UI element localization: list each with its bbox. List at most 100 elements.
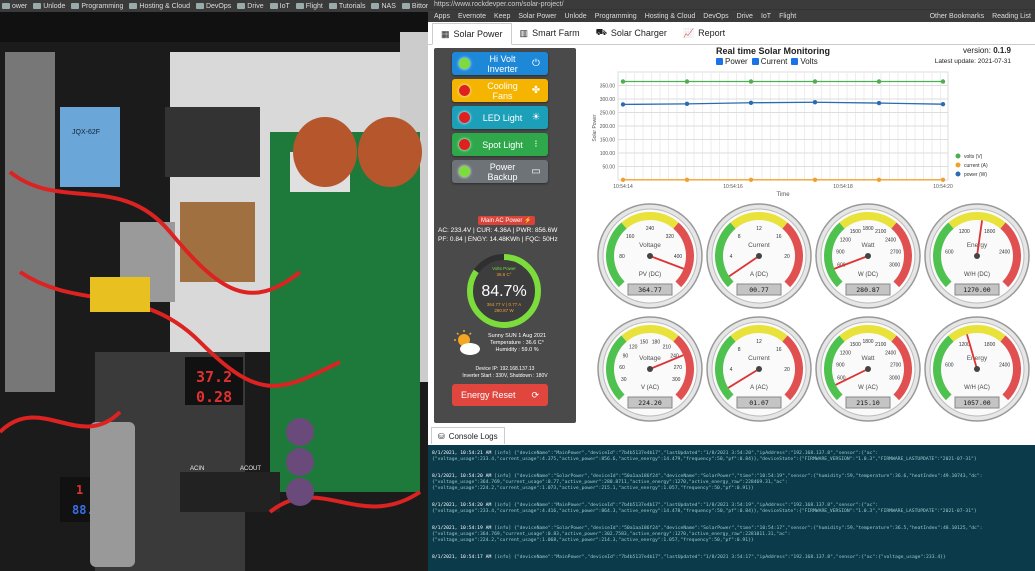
bookmark-label: Apps: [434, 12, 450, 20]
energy-reset-button[interactable]: Energy Reset ⟳: [452, 384, 548, 406]
bookmark-item[interactable]: Unlode: [565, 13, 587, 20]
gauge-label: Current: [748, 355, 770, 362]
ring-temp: 36.6 C°: [496, 272, 511, 277]
series-toggle[interactable]: Volts: [791, 57, 818, 66]
weather-line1: Sunny SUN 1 Aug 2021: [488, 333, 547, 339]
version-info: version: 0.1.9: [963, 46, 1011, 55]
gauge-label: Voltage: [639, 355, 661, 362]
log-entry: 8/1/2021, 10:54:20 AM [info] {"deviceName…: [432, 474, 1031, 492]
gauge-label: Voltage: [639, 242, 661, 249]
bookmark-item[interactable]: Drive: [737, 13, 753, 20]
log-timestamp: 8/1/2021, 10:54:20 AM: [432, 503, 492, 508]
gauge-tick-label: 2700: [890, 363, 901, 369]
url-text[interactable]: https://www.rockdevper.com/solar-project…: [434, 1, 564, 8]
control-label: LED Light: [482, 112, 523, 123]
photo-bookmark-label: NAS: [381, 2, 396, 10]
bookmark-label: Hosting & Cloud: [644, 12, 696, 20]
gauge-readout: 280.87: [856, 286, 880, 294]
gauge-tick-label: 900: [836, 363, 845, 369]
data-point: [940, 79, 946, 84]
bookmarks-right: Other Bookmarks Reading List: [930, 13, 1035, 20]
hardware-photo: 37.2 0.28 1 88.2 JQX-62F ACIN ACOUT: [0, 12, 428, 571]
control-led-light-button[interactable]: LED Light ☀: [452, 106, 548, 129]
gauge-tick-label: 1200: [840, 238, 851, 244]
checkbox-icon: [716, 58, 723, 66]
acin-sticker: ACIN: [190, 466, 204, 472]
photo-bookmark: NAS: [371, 2, 396, 10]
gauge-dial: 306090120150 180210240270300VoltageV (AC)…: [597, 316, 703, 422]
bookmark-item[interactable]: Programming: [595, 13, 637, 20]
series-toggle-label: Current: [760, 57, 788, 66]
data-point: [812, 177, 818, 182]
photo-bookmark: Drive: [237, 3, 264, 10]
checkbox-icon: [751, 58, 759, 66]
bookmark-item[interactable]: IoT: [761, 13, 771, 20]
data-point: [620, 79, 626, 84]
gauge-energy-ac: 600 1200 1800 2400 Energy W/H (AC) 1057.00: [923, 315, 1031, 430]
photo-bookmark: Hosting & Cloud: [129, 3, 190, 10]
log-text: [info] {"deviceName":"MainPower","device…: [432, 503, 977, 514]
gauge-watt-ac: 600 900 1200 1500 1800 2100 2400 2700 3000 Watt W …: [814, 315, 922, 430]
tab-smart-farm[interactable]: ▥ Smart Farm: [512, 22, 588, 44]
device-info: Device IP: 192.168.137.13 Inverter Start…: [438, 366, 572, 380]
folder-icon: [295, 3, 304, 9]
gauge-dial: 6009001200150018002100240027003000WattW …: [815, 316, 921, 422]
acout-sticker: ACOUT: [240, 466, 261, 472]
gauge-tick-label: 1800: [862, 226, 873, 232]
photo-bookmark: ower: [2, 3, 27, 10]
gauge-tick-label: 2700: [890, 250, 901, 256]
lcd-voltage: 37.2: [196, 368, 232, 386]
bookmark-item[interactable]: Apps: [434, 13, 450, 20]
gauge-tick-label: 8: [738, 347, 741, 353]
photo-bookmarks-bar: ower Unlode Programming Hosting & Cloud DevO…: [0, 0, 428, 12]
bookmark-item[interactable]: Evernote: [458, 13, 486, 20]
bookmark-item[interactable]: DevOps: [703, 13, 728, 20]
gauge-unit: W (AC): [858, 385, 878, 391]
gauge-readout: 215.10: [856, 399, 880, 407]
console-log: 8/1/2021, 10:54:21 AM [info] {"deviceName…: [428, 445, 1035, 571]
control-panel: Main AC Power ⚡ AC: 233.4V | CUR: 4.36A …: [434, 48, 576, 423]
photo-bookmark-label: ower: [12, 2, 28, 10]
chart-title: Real time Solar Monitoring: [716, 46, 831, 56]
gauge-tick-label: 30: [621, 377, 627, 383]
bookmark-item[interactable]: Solar Power: [518, 13, 556, 20]
gauge-tick-label: 270: [674, 365, 683, 371]
control-spot-light-button[interactable]: Spot Light ⁝: [452, 133, 548, 156]
y-axis-label: Solar Power: [592, 114, 598, 142]
bookmark-item[interactable]: Keep: [494, 13, 510, 20]
gauge-tick-label: 3000: [889, 263, 900, 269]
solar-panel-icon: ▦: [441, 28, 450, 39]
series-toggle[interactable]: Current: [751, 57, 788, 66]
gauge-dial: 6009001200150018002100240027003000WattW …: [815, 203, 921, 309]
gauge-tick-label: 20: [784, 367, 790, 373]
x-tick-label: 10:54:20: [933, 184, 953, 190]
tab-label: Solar Power: [453, 29, 503, 39]
latest-update: Latest update: 2021-07-31: [934, 58, 1011, 65]
bookmark-item[interactable]: Hosting & Cloud: [645, 13, 696, 20]
bookmark-item[interactable]: Flight: [779, 13, 796, 20]
folder-icon: [269, 3, 278, 9]
bookmark-right-item[interactable]: Other Bookmarks: [930, 13, 984, 20]
series-toggle[interactable]: Power: [716, 57, 748, 66]
control-power-backup-button[interactable]: Power Backup ▭: [452, 160, 548, 183]
control-hi-volt-inverter-button[interactable]: Hi Volt Inverter ⏻: [452, 52, 548, 75]
status-led: [459, 58, 470, 69]
bookmark-right-item[interactable]: Reading List: [992, 13, 1031, 20]
address-bar[interactable]: https://www.rockdevper.com/solar-project…: [428, 0, 1035, 9]
bookmark-label: Drive: [736, 12, 753, 20]
control-label: Power Backup: [487, 161, 518, 182]
legend-marker: [955, 162, 961, 168]
data-point: [620, 102, 626, 107]
device-ip: Device IP: 192.168.137.13: [475, 366, 535, 372]
tab-solar-power[interactable]: ▦ Solar Power: [432, 23, 512, 45]
log-text: [info] {"deviceName":"MainPower","device…: [494, 555, 946, 560]
log-entry: 8/1/2021, 10:54:19 AM [info] {"deviceName…: [432, 526, 1031, 544]
tab-solar-charger[interactable]: ⛟ Solar Charger: [588, 22, 675, 44]
log-entry: 8/1/2021, 10:54:17 AM [info] {"deviceName…: [432, 555, 1031, 561]
control-cooling-fans-button[interactable]: Cooling Fans ✤: [452, 79, 548, 102]
gauge-unit: A (DC): [750, 272, 768, 278]
legend-marker: [955, 153, 961, 159]
tab-console-logs[interactable]: ⛁ Console Logs: [431, 427, 505, 444]
chart-icon: 📈: [682, 27, 695, 38]
tab-report[interactable]: 📈 Report: [675, 22, 733, 44]
